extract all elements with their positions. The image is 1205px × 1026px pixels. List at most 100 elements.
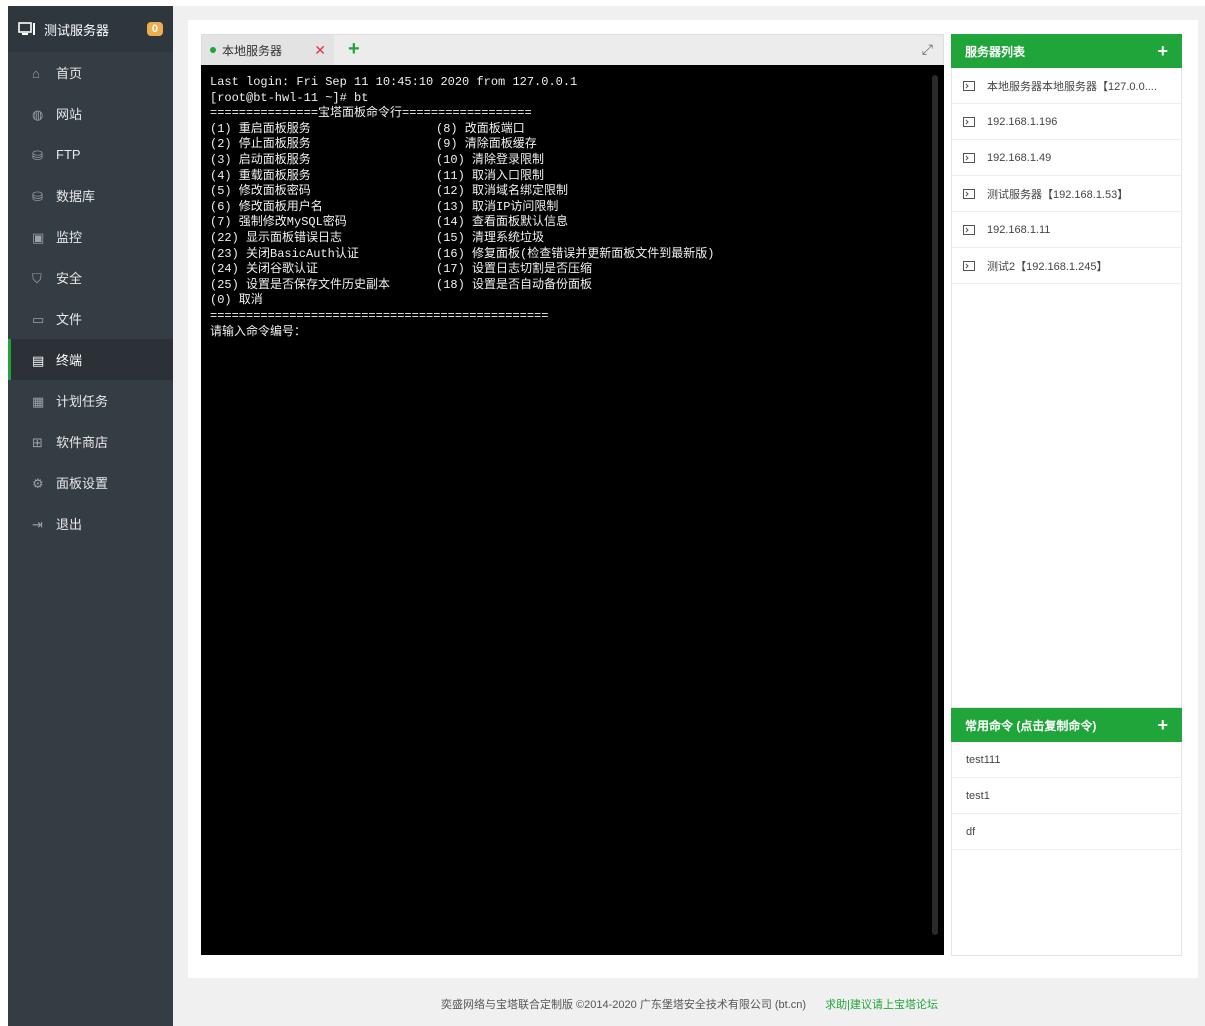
terminal-scrollbar[interactable] <box>932 75 938 935</box>
apps-icon: ⊞ <box>32 434 43 450</box>
main-area: 本地服务器 ✕ + ⤢ Last login: Fri Sep 11 10:45… <box>174 6 1205 981</box>
right-column: 服务器列表 + 本地服务器本地服务器【127.0.0.... 192.168.1.… <box>951 34 1182 956</box>
sidebar-item-11[interactable]: ⇥ 退出 <box>8 503 173 544</box>
terminal-menu-option: (7) 强制修改MySQL密码 <box>210 215 347 230</box>
terminal-menu-row: (7) 强制修改MySQL密码 (14) 查看面板默认信息 <box>210 215 935 231</box>
footer-copyright: 奕盛网络与宝塔联合定制版 ©2014-2020 广东堡塔安全技术有限公司 (bt… <box>441 999 807 1011</box>
sidebar-nav: ⌂ 首页 ◍ 网站 ⛁ FTP ⛁ 数据库 ▣ 监控 ⛉ 安全 ▭ 文件 ▤ 终端 ▦ 计划任务 ⊞ 软件商店 ⚙ 面板设… <box>8 52 173 544</box>
server-list-item[interactable]: 192.168.1.196 <box>952 104 1181 140</box>
add-tab-icon[interactable]: + <box>348 38 360 61</box>
sidebar-item-label: 首页 <box>56 66 83 81</box>
terminal-menu-option: (8) 改面板端口 <box>436 121 525 136</box>
terminal-icon <box>963 188 975 199</box>
terminal-icon <box>963 116 975 127</box>
server-list-item[interactable]: 192.168.1.49 <box>952 140 1181 176</box>
sidebar-item-2[interactable]: ⛁ FTP <box>8 134 173 175</box>
sidebar-item-4[interactable]: ▣ 监控 <box>8 216 173 257</box>
terminal-line: ========================================… <box>210 308 549 323</box>
server-list-item-label: 本地服务器本地服务器【127.0.0.... <box>987 80 1157 93</box>
sidebar-item-label: 面板设置 <box>56 476 109 491</box>
sidebar: 测试服务器 0 ⌂ 首页 ◍ 网站 ⛁ FTP ⛁ 数据库 ▣ 监控 ⛉ 安全 ▭ 文件 ▤ 终端 ▦ 计划任务 ⊞… <box>8 6 173 1026</box>
terminal-line: 请输入命令编号： <box>210 324 307 339</box>
sidebar-item-10[interactable]: ⚙ 面板设置 <box>8 462 173 503</box>
terminal-menu-option: (9) 清除面板缓存 <box>436 137 537 152</box>
terminal-menu-option: (4) 重载面板服务 <box>210 168 311 183</box>
server-title: 测试服务器 <box>44 22 110 38</box>
terminal-icon <box>963 224 975 235</box>
forum-link[interactable]: 求助|建议请上宝塔论坛 <box>825 999 938 1011</box>
terminal-menu-option: (24) 关闭谷歌认证 <box>210 262 319 277</box>
fullscreen-icon[interactable]: ⤢ <box>922 41 933 58</box>
commands-title: 常用命令 (点击复制命令) <box>965 718 1097 733</box>
terminal-icon: ▤ <box>32 352 45 368</box>
terminal-container: 本地服务器 ✕ + ⤢ Last login: Fri Sep 11 10:45… <box>201 34 944 974</box>
add-command-icon[interactable]: + <box>1157 715 1168 736</box>
monitor-icon: ▣ <box>32 229 45 245</box>
terminal-tab-label: 本地服务器 <box>222 43 283 58</box>
notification-badge[interactable]: 0 <box>146 22 163 36</box>
terminal-line: (0) 取消 <box>210 293 263 308</box>
sidebar-item-label: 计划任务 <box>56 394 109 409</box>
commands-box: 常用命令 (点击复制命令) + test111 test1 df <box>951 708 1182 956</box>
terminal-menu-option: (10) 清除登录限制 <box>436 152 545 167</box>
server-header[interactable]: 测试服务器 0 <box>8 6 173 52</box>
shield-icon: ⛉ <box>32 270 42 286</box>
terminal-menu-option: (22) 显示面板错误日志 <box>210 230 343 245</box>
command-item[interactable]: df <box>952 814 1181 850</box>
sidebar-item-label: 网站 <box>56 107 83 122</box>
terminal-menu-option: (23) 关闭BasicAuth认证 <box>210 246 359 261</box>
terminal-menu-row: (23) 关闭BasicAuth认证 (16) 修复面板(检查错误并更新面板文件到… <box>210 247 935 263</box>
close-tab-icon[interactable]: ✕ <box>314 42 326 59</box>
sidebar-item-8[interactable]: ▦ 计划任务 <box>8 380 173 421</box>
terminal-icon <box>963 80 975 91</box>
terminal-menu-row: (6) 修改面板用户名 (13) 取消IP访问限制 <box>210 200 935 216</box>
folder-icon: ▭ <box>32 311 45 327</box>
terminal-menu-row: (24) 关闭谷歌认证 (17) 设置日志切割是否压缩 <box>210 262 935 278</box>
command-item[interactable]: test1 <box>952 778 1181 814</box>
terminal-menu-option: (16) 修复面板(检查错误并更新面板文件到最新版) <box>436 246 715 261</box>
terminal-menu-option: (25) 设置是否保存文件历史副本 <box>210 277 391 292</box>
gear-icon: ⚙ <box>32 475 44 491</box>
server-list-item-label: 192.168.1.49 <box>987 151 1052 164</box>
server-list-item[interactable]: 192.168.1.11 <box>952 212 1181 248</box>
terminal-menu-row: (22) 显示面板错误日志 (15) 清理系统垃圾 <box>210 231 935 247</box>
terminal-line: Last login: Fri Sep 11 10:45:10 2020 fro… <box>210 75 578 89</box>
terminal-icon <box>963 260 975 271</box>
terminal-menu-row: (1) 重启面板服务 (8) 改面板端口 <box>210 122 935 138</box>
ftp-icon: ⛁ <box>32 147 43 163</box>
server-list-item-label: 测试2【192.168.1.245】 <box>987 260 1108 273</box>
terminal-tab-local[interactable]: 本地服务器 ✕ <box>202 35 334 65</box>
server-list-item[interactable]: 测试2【192.168.1.245】 <box>952 248 1181 284</box>
terminal-screen[interactable]: Last login: Fri Sep 11 10:45:10 2020 fro… <box>201 65 944 955</box>
sidebar-item-label: FTP <box>56 147 81 162</box>
sidebar-item-3[interactable]: ⛁ 数据库 <box>8 175 173 216</box>
command-item[interactable]: test111 <box>952 742 1181 778</box>
sidebar-item-label: 数据库 <box>56 189 96 204</box>
sidebar-item-0[interactable]: ⌂ 首页 <box>8 52 173 93</box>
sidebar-item-label: 安全 <box>56 271 83 286</box>
terminal-menu-option: (2) 停止面板服务 <box>210 137 311 152</box>
sidebar-item-6[interactable]: ▭ 文件 <box>8 298 173 339</box>
add-server-icon[interactable]: + <box>1157 41 1168 62</box>
terminal-menu-option: (12) 取消域名绑定限制 <box>436 184 569 199</box>
server-list-header: 服务器列表 + <box>951 34 1182 68</box>
server-list-title: 服务器列表 <box>965 44 1026 59</box>
sidebar-item-9[interactable]: ⊞ 软件商店 <box>8 421 173 462</box>
terminal-menu-option: (15) 清理系统垃圾 <box>436 230 545 245</box>
commands-header: 常用命令 (点击复制命令) + <box>951 708 1182 742</box>
sidebar-item-1[interactable]: ◍ 网站 <box>8 93 173 134</box>
database-icon: ⛁ <box>32 188 43 204</box>
terminal-menu-row: (25) 设置是否保存文件历史副本 (18) 设置是否自动备份面板 <box>210 278 935 294</box>
sidebar-item-label: 文件 <box>56 312 83 327</box>
server-list-item[interactable]: 本地服务器本地服务器【127.0.0.... <box>952 68 1181 104</box>
terminal-menu-option: (14) 查看面板默认信息 <box>436 215 569 230</box>
terminal-menu-option: (11) 取消入口限制 <box>436 168 545 183</box>
sidebar-item-label: 监控 <box>56 230 83 245</box>
server-list-item[interactable]: 测试服务器【192.168.1.53】 <box>952 176 1181 212</box>
terminal-menu-option: (13) 取消IP访问限制 <box>436 199 559 214</box>
sidebar-item-7[interactable]: ▤ 终端 <box>8 339 173 380</box>
sidebar-item-5[interactable]: ⛉ 安全 <box>8 257 173 298</box>
server-list-item-label: 192.168.1.11 <box>987 223 1051 236</box>
sidebar-item-label: 退出 <box>56 517 83 532</box>
calendar-icon: ▦ <box>32 393 45 409</box>
